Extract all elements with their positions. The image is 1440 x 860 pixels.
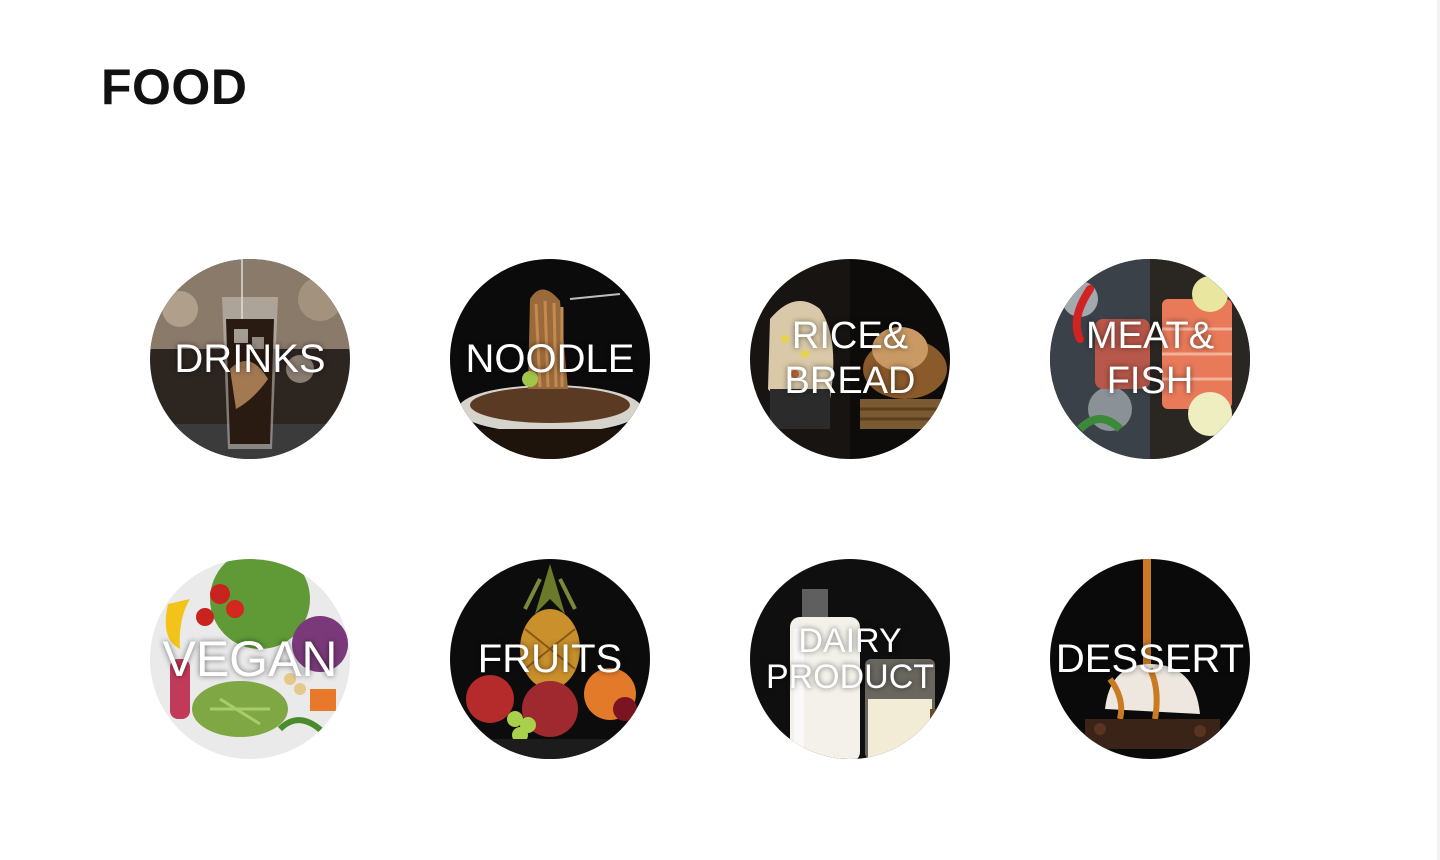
category-meat-fish[interactable]: MEAT& FISH bbox=[1050, 259, 1250, 459]
category-dessert[interactable]: DESSERT bbox=[1050, 559, 1250, 759]
category-drinks[interactable]: DRINKS bbox=[150, 259, 350, 459]
category-noodle[interactable]: NOODLE bbox=[450, 259, 650, 459]
page-title: FOOD bbox=[101, 59, 248, 115]
noodle-image bbox=[450, 259, 650, 459]
category-vegan[interactable]: VEGAN bbox=[150, 559, 350, 759]
fruits-image bbox=[450, 559, 650, 759]
category-fruits[interactable]: FRUITS bbox=[450, 559, 650, 759]
category-rice-bread[interactable]: RICE& BREAD bbox=[750, 259, 950, 459]
dairy-product-image bbox=[750, 559, 950, 759]
vegan-image bbox=[150, 559, 350, 759]
dessert-image bbox=[1050, 559, 1250, 759]
meat-fish-image bbox=[1050, 259, 1250, 459]
category-grid: DRINKS NOODLE RICE& BREAD MEAT& FISH VEG… bbox=[150, 259, 1250, 759]
rice-bread-image bbox=[750, 259, 950, 459]
food-page: FOOD DRINKS NOODLE RICE& BREAD MEAT& FIS… bbox=[0, 0, 1440, 860]
drinks-image bbox=[150, 259, 350, 459]
category-dairy-product[interactable]: DAIRY PRODUCT bbox=[750, 559, 950, 759]
